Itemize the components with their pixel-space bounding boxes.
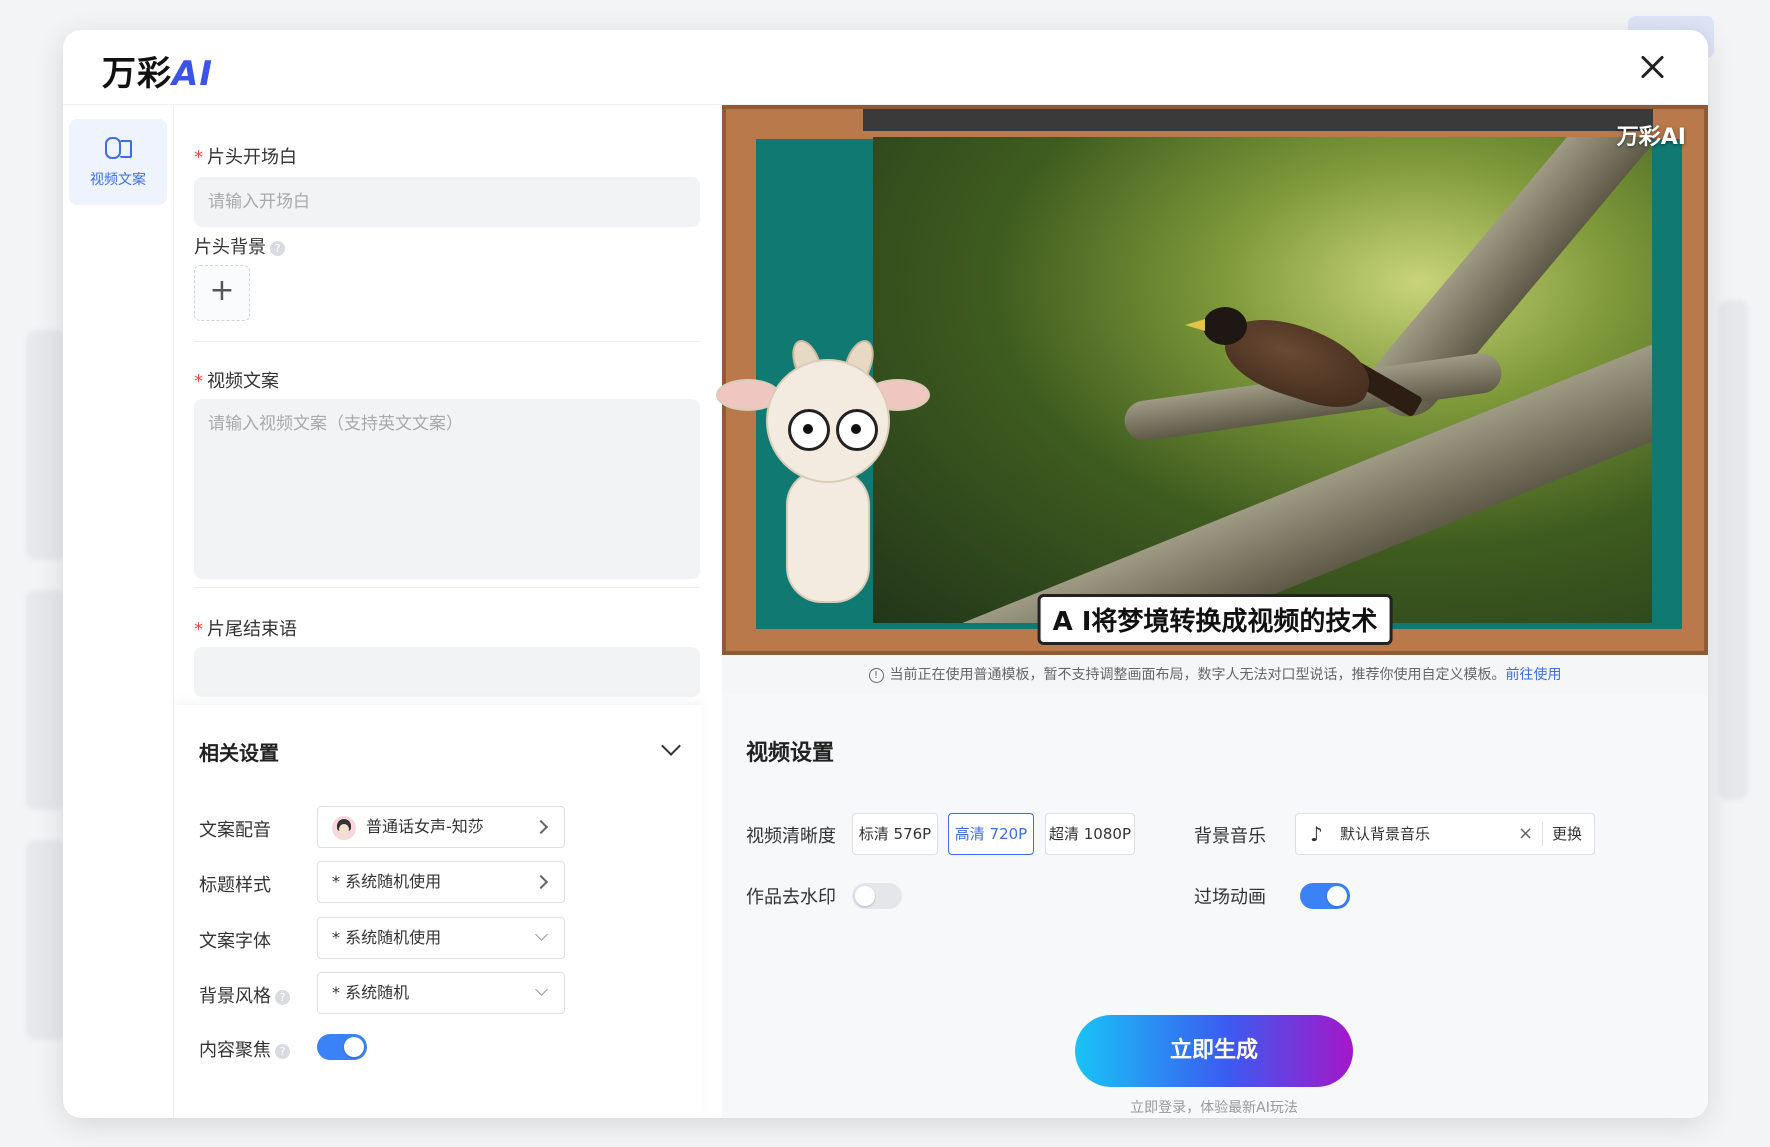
goat-body bbox=[786, 469, 870, 603]
opening-input[interactable]: 请输入开场白 bbox=[194, 177, 700, 227]
divider bbox=[194, 341, 700, 342]
backdrop-card bbox=[26, 330, 66, 560]
voice-value: 普通话女声-知莎 bbox=[366, 817, 484, 836]
script-icon bbox=[103, 135, 133, 163]
notice-link[interactable]: 前往使用 bbox=[1506, 667, 1562, 683]
music-select[interactable]: ♪ 默认背景音乐 × 更换 bbox=[1295, 813, 1595, 855]
chevron-down-icon bbox=[535, 928, 548, 941]
help-icon[interactable]: ? bbox=[270, 240, 285, 256]
login-hint[interactable]: 立即登录，体验最新AI玩法 bbox=[1075, 1097, 1353, 1117]
toggle-knob bbox=[855, 886, 875, 906]
intro-bg-label-text: 片头背景 bbox=[194, 237, 266, 258]
close-icon[interactable] bbox=[1634, 50, 1670, 86]
preview-subtitle: A I将梦境转换成视频的技术 bbox=[1037, 594, 1393, 645]
settings-title: 相关设置 bbox=[199, 741, 279, 765]
remove-watermark-label: 作品去水印 bbox=[746, 887, 836, 908]
rail-item-label: 视频文案 bbox=[90, 172, 146, 188]
bg-style-label-text: 背景风格 bbox=[199, 986, 271, 1007]
focus-label-text: 内容聚焦 bbox=[199, 1040, 271, 1061]
font-value: * 系统随机使用 bbox=[332, 928, 442, 947]
change-music-button[interactable]: 更换 bbox=[1552, 814, 1582, 854]
resolution-option-720p[interactable]: 高清 720P bbox=[948, 813, 1034, 855]
focus-label: 内容聚焦? bbox=[199, 1036, 290, 1062]
music-note-icon: ♪ bbox=[1310, 822, 1323, 846]
cartoon-goat bbox=[716, 336, 930, 639]
chevron-right-icon bbox=[533, 874, 549, 890]
video-preview: 万彩AI A I将梦境转换成视频的技术 bbox=[716, 105, 1708, 655]
goat-glasses bbox=[788, 409, 830, 451]
toggle-knob bbox=[344, 1037, 364, 1057]
music-name: 默认背景音乐 bbox=[1340, 825, 1431, 843]
bg-style-select[interactable]: * 系统随机 bbox=[317, 972, 565, 1014]
resolution-label: 视频清晰度 bbox=[746, 826, 836, 847]
divider bbox=[1542, 822, 1543, 846]
backdrop-card bbox=[26, 840, 66, 1040]
generate-button[interactable]: 立即生成 bbox=[1075, 1015, 1353, 1087]
left-rail: 视频文案 bbox=[63, 105, 174, 1118]
music-label: 背景音乐 bbox=[1194, 826, 1266, 847]
preview-watermark: 万彩AI bbox=[1616, 125, 1686, 150]
chevron-down-icon bbox=[535, 983, 548, 996]
toggle-knob bbox=[1327, 886, 1347, 906]
ending-label-text: 片尾结束语 bbox=[207, 619, 297, 640]
script-label-text: 视频文案 bbox=[207, 371, 279, 392]
bg-style-label: 背景风格? bbox=[199, 982, 290, 1008]
opening-label: * 片头开场白 bbox=[194, 143, 297, 169]
related-settings-panel: 相关设置 文案配音 普通话女声-知莎 标题样式 * 系统随机使用 文案字体 * … bbox=[174, 705, 702, 1118]
backdrop-card bbox=[26, 590, 66, 810]
script-textarea[interactable]: 请输入视频文案（支持英文文案） bbox=[194, 399, 700, 579]
clear-icon[interactable]: × bbox=[1518, 814, 1533, 854]
opening-label-text: 片头开场白 bbox=[207, 147, 297, 168]
modal-header: 万彩AI bbox=[63, 30, 1708, 105]
notice-text: 当前正在使用普通模板，暂不支持调整画面布局，数字人无法对口型说话，推荐你使用自定… bbox=[889, 667, 1506, 683]
template-notice: ! 当前正在使用普通模板，暂不支持调整画面布局，数字人无法对口型说话，推荐你使用自… bbox=[722, 655, 1708, 695]
transition-toggle[interactable] bbox=[1300, 883, 1350, 909]
title-style-label: 标题样式 bbox=[199, 875, 271, 896]
required-mark: * bbox=[194, 147, 203, 168]
resolution-option-576p[interactable]: 标清 576P bbox=[852, 813, 938, 855]
preview-frame: 万彩AI A I将梦境转换成视频的技术 bbox=[716, 105, 1708, 655]
rail-item-video-script[interactable]: 视频文案 bbox=[69, 119, 167, 205]
font-label: 文案字体 bbox=[199, 931, 271, 952]
script-label: * 视频文案 bbox=[194, 367, 279, 393]
video-settings-title: 视频设置 bbox=[746, 741, 835, 766]
screen-top-bar bbox=[863, 109, 1653, 131]
bird-head bbox=[1203, 307, 1247, 345]
ending-input[interactable] bbox=[194, 647, 700, 697]
bird-beak bbox=[1185, 319, 1205, 331]
voice-avatar bbox=[332, 815, 356, 840]
content-focus-toggle[interactable] bbox=[317, 1034, 367, 1060]
chevron-down-icon[interactable] bbox=[661, 736, 681, 756]
title-style-value: * 系统随机使用 bbox=[332, 872, 442, 891]
intro-bg-label: 片头背景? bbox=[194, 233, 285, 259]
required-mark: * bbox=[194, 619, 203, 640]
info-icon: ! bbox=[868, 667, 884, 683]
remove-watermark-toggle[interactable] bbox=[852, 883, 902, 909]
resolution-option-1080p[interactable]: 超清 1080P bbox=[1045, 813, 1135, 855]
voice-select[interactable]: 普通话女声-知莎 bbox=[317, 806, 565, 848]
ending-label: * 片尾结束语 bbox=[194, 615, 297, 641]
script-form: * 片头开场白 请输入开场白 片头背景? + * 视频文案 请输入视频文案（支持英文… bbox=[174, 105, 702, 705]
voice-label: 文案配音 bbox=[199, 820, 271, 841]
goat-glasses bbox=[836, 409, 878, 451]
backdrop-card bbox=[1718, 300, 1748, 800]
app-logo: 万彩AI bbox=[102, 46, 213, 95]
video-settings-panel: 视频设置 视频清晰度 标清 576P 高清 720P 超清 1080P 背景音乐… bbox=[722, 695, 1708, 1118]
intro-bg-upload-button[interactable]: + bbox=[194, 265, 250, 321]
chevron-right-icon bbox=[533, 819, 549, 835]
logo-text: 万彩 bbox=[102, 54, 172, 94]
required-mark: * bbox=[194, 371, 203, 392]
divider bbox=[194, 587, 700, 588]
help-icon[interactable]: ? bbox=[275, 989, 290, 1005]
logo-ai: AI bbox=[172, 54, 213, 94]
help-icon[interactable]: ? bbox=[275, 1043, 290, 1059]
title-style-select[interactable]: * 系统随机使用 bbox=[317, 861, 565, 903]
create-video-modal: 万彩AI 视频文案 * 片头开场白 请输入开场白 片头背景? + * 视频文案 请输… bbox=[63, 30, 1708, 1118]
font-select[interactable]: * 系统随机使用 bbox=[317, 917, 565, 959]
bg-style-value: * 系统随机 bbox=[332, 983, 410, 1002]
preview-photo bbox=[873, 137, 1652, 623]
transition-label: 过场动画 bbox=[1194, 887, 1266, 908]
